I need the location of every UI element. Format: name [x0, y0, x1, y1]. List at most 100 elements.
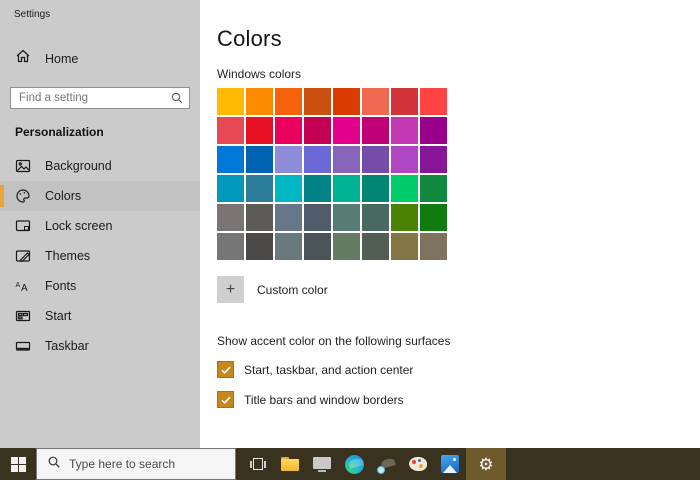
photos-icon: [441, 455, 459, 473]
color-swatch[interactable]: [217, 175, 244, 202]
start-button[interactable]: [0, 448, 36, 480]
color-swatch[interactable]: [333, 88, 360, 115]
page-title: Colors: [217, 26, 282, 51]
color-swatch[interactable]: [304, 88, 331, 115]
photos-button[interactable]: [434, 448, 466, 480]
color-swatch[interactable]: [333, 233, 360, 260]
color-swatch[interactable]: [275, 204, 302, 231]
accent-surfaces-options: Start, taskbar, and action center Title b…: [217, 361, 700, 408]
svg-text:A: A: [21, 283, 28, 294]
task-view-icon: [250, 458, 266, 470]
color-swatch[interactable]: [391, 175, 418, 202]
sidebar-item-themes[interactable]: Themes: [0, 241, 200, 271]
home-icon: [15, 48, 31, 69]
color-swatch[interactable]: [362, 233, 389, 260]
accent-surface-label: Title bars and window borders: [244, 392, 404, 407]
taskbar-search-icon: [47, 455, 61, 474]
color-swatch[interactable]: [304, 175, 331, 202]
color-swatch[interactable]: [333, 117, 360, 144]
sidebar-item-label: Background: [45, 159, 112, 173]
color-swatch[interactable]: [217, 233, 244, 260]
start-menu-icon: [15, 308, 31, 324]
edge-button[interactable]: [338, 448, 370, 480]
color-swatch[interactable]: [246, 88, 273, 115]
accent-surface-option-1[interactable]: Title bars and window borders: [217, 391, 700, 408]
color-swatch[interactable]: [304, 233, 331, 260]
system-monitor-button[interactable]: [306, 448, 338, 480]
desktop-screen: Settings Home Personalization Background…: [0, 0, 700, 480]
color-swatch[interactable]: [275, 146, 302, 173]
sidebar-item-fonts[interactable]: A A Fonts: [0, 271, 200, 301]
color-swatch[interactable]: [420, 204, 447, 231]
settings-search-input[interactable]: [10, 87, 190, 109]
color-swatch[interactable]: [362, 88, 389, 115]
checked-checkbox[interactable]: [217, 391, 234, 408]
color-swatch[interactable]: [246, 233, 273, 260]
color-swatch[interactable]: [420, 117, 447, 144]
sidebar-section-heading: Personalization: [15, 125, 104, 139]
settings-gear-icon: ⚙: [478, 454, 494, 474]
color-swatch[interactable]: [333, 146, 360, 173]
color-swatch[interactable]: [420, 233, 447, 260]
fonts-icon: AA: [15, 278, 31, 294]
color-swatch[interactable]: [275, 233, 302, 260]
sidebar-item-start[interactable]: Start: [0, 301, 200, 331]
taskbar-search-placeholder: Type here to search: [69, 457, 176, 471]
settings-app-button-active[interactable]: ⚙: [466, 448, 506, 480]
colors-palette-icon: [15, 188, 31, 204]
color-swatch[interactable]: [362, 204, 389, 231]
accent-surface-option-0[interactable]: Start, taskbar, and action center: [217, 361, 700, 378]
color-swatch[interactable]: [304, 146, 331, 173]
sidebar-item-label: Lock screen: [45, 219, 113, 233]
color-swatch[interactable]: [362, 146, 389, 173]
sidebar-item-home[interactable]: Home: [0, 40, 200, 77]
color-swatch[interactable]: [246, 117, 273, 144]
color-swatch[interactable]: [362, 175, 389, 202]
custom-color-label: Custom color: [257, 282, 328, 297]
file-explorer-button[interactable]: [274, 448, 306, 480]
colors-page: Colors Windows colors + Custom color Sho…: [200, 0, 700, 448]
task-view-button[interactable]: [242, 448, 274, 480]
color-swatch[interactable]: [217, 88, 244, 115]
color-swatch[interactable]: [333, 204, 360, 231]
windows-logo-icon: [10, 456, 26, 472]
paint-3d-button[interactable]: [402, 448, 434, 480]
sidebar-item-background[interactable]: Background: [0, 151, 200, 181]
color-swatch[interactable]: [275, 117, 302, 144]
sidebar-item-label: Themes: [45, 249, 91, 263]
color-swatch[interactable]: [304, 117, 331, 144]
color-swatch[interactable]: [420, 88, 447, 115]
color-swatch[interactable]: [275, 175, 302, 202]
color-swatch[interactable]: [391, 204, 418, 231]
checked-checkbox[interactable]: [217, 361, 234, 378]
color-swatch[interactable]: [246, 204, 273, 231]
custom-color-row: + Custom color: [217, 276, 700, 303]
sidebar-item-colors[interactable]: Colors: [0, 181, 200, 211]
custom-color-button[interactable]: +: [217, 276, 244, 303]
color-swatch[interactable]: [217, 204, 244, 231]
color-swatch[interactable]: [420, 146, 447, 173]
system-monitor-icon: [313, 456, 331, 472]
color-swatch[interactable]: [246, 175, 273, 202]
sidebar-item-label: Colors: [45, 189, 82, 203]
sidebar-item-lock-screen[interactable]: Lock screen: [0, 211, 200, 241]
color-swatch[interactable]: [391, 146, 418, 173]
edge-beta-button[interactable]: [370, 448, 402, 480]
taskbar-search[interactable]: Type here to search: [36, 448, 236, 480]
color-swatch[interactable]: [217, 117, 244, 144]
taskbar-item-icon: [15, 338, 31, 354]
color-swatch[interactable]: [420, 175, 447, 202]
color-swatch[interactable]: [246, 146, 273, 173]
color-swatch[interactable]: [333, 175, 360, 202]
sidebar-item-taskbar[interactable]: Taskbar: [0, 331, 200, 361]
edge-icon: [344, 454, 364, 474]
color-swatch[interactable]: [391, 88, 418, 115]
color-swatch[interactable]: [391, 233, 418, 260]
color-swatch[interactable]: [304, 204, 331, 231]
windows-colors-grid: [217, 88, 447, 260]
color-swatch[interactable]: [217, 146, 244, 173]
home-label: Home: [45, 51, 79, 66]
color-swatch[interactable]: [391, 117, 418, 144]
color-swatch[interactable]: [362, 117, 389, 144]
color-swatch[interactable]: [275, 88, 302, 115]
